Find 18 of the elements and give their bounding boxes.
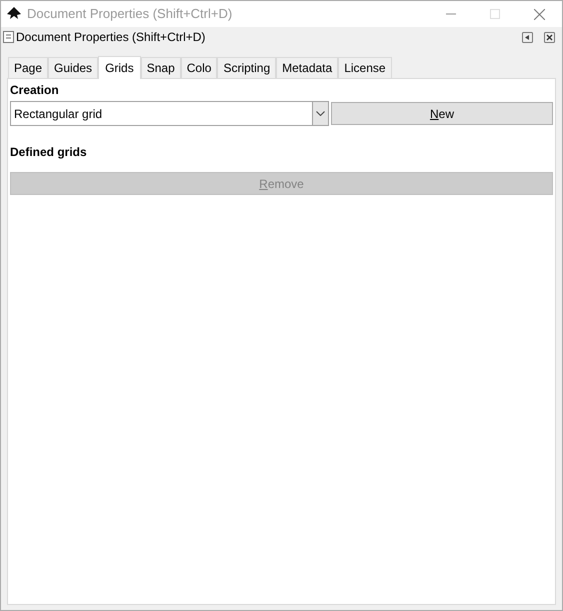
collapse-icon[interactable]: [522, 32, 533, 42]
grid-type-dropdown[interactable]: Rectangular grid: [10, 101, 329, 126]
tab[interactable]: Page: [8, 57, 48, 78]
close-icon[interactable]: [544, 32, 555, 42]
tab[interactable]: Guides: [48, 57, 98, 78]
dialog-title: Document Properties (Shift+Ctrl+D): [16, 29, 206, 46]
section-heading: Creation: [10, 82, 60, 98]
app-logo-icon: [6, 6, 22, 22]
tab[interactable]: Scripting: [217, 57, 276, 78]
new-button[interactable]: New: [331, 102, 553, 125]
tab[interactable]: Metadata: [276, 57, 338, 78]
tab[interactable]: Snap: [140, 57, 181, 78]
document-icon: [3, 31, 14, 43]
tab[interactable]: License: [338, 57, 392, 78]
section-heading: Defined grids: [10, 144, 88, 160]
window-title: Document Properties (Shift+Ctrl+D): [27, 5, 232, 24]
tab[interactable]: Grids: [98, 56, 141, 79]
tab[interactable]: Colo: [180, 57, 218, 78]
